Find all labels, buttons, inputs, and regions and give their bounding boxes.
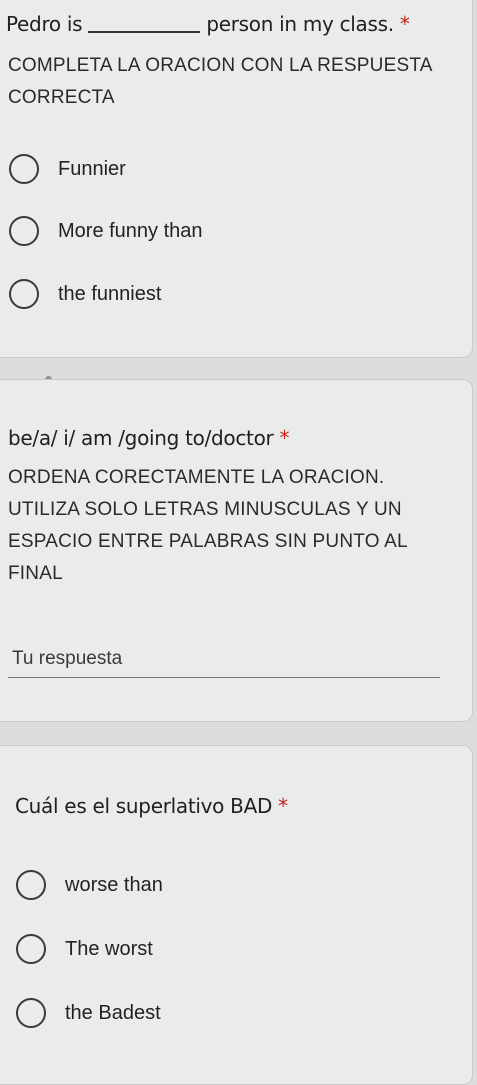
- option-label: the Badest: [65, 1001, 161, 1024]
- option-label: Funnier: [58, 157, 126, 180]
- required-asterisk: *: [278, 794, 288, 818]
- option-the-funniest[interactable]: the funniest: [9, 279, 161, 309]
- radio-button[interactable]: [16, 870, 46, 900]
- question-3-title-text: Cuál es el superlativo BAD: [15, 794, 273, 818]
- question-1-description: COMPLETA LA ORACION CON LA RESPUESTA COR…: [8, 55, 432, 108]
- question-2-title: be/a/ i/ am /going to/doctor *: [8, 426, 290, 450]
- radio-button[interactable]: [9, 216, 39, 246]
- required-asterisk: *: [399, 12, 410, 36]
- answer-input[interactable]: [8, 640, 440, 678]
- question-1-title-before: Pedro is: [6, 12, 83, 36]
- question-2-description: ORDENA CORECTAMENTE LA ORACION. UTILIZA …: [8, 467, 408, 584]
- radio-button[interactable]: [9, 279, 39, 309]
- option-more-funny-than[interactable]: More funny than: [9, 216, 203, 246]
- option-label: the funniest: [58, 282, 162, 305]
- question-1-title-after: person in my class.: [206, 12, 394, 36]
- question-1-title: Pedro is person in my class. *: [6, 12, 410, 36]
- question-2-title-text: be/a/ i/ am /going to/doctor: [8, 426, 274, 450]
- required-asterisk: *: [279, 426, 290, 450]
- option-worse-than[interactable]: worse than: [16, 870, 163, 900]
- option-label: worse than: [65, 873, 163, 896]
- option-the-badest[interactable]: the Badest: [16, 998, 161, 1028]
- radio-button[interactable]: [9, 154, 39, 184]
- option-funnier[interactable]: Funnier: [9, 154, 126, 184]
- radio-button[interactable]: [16, 998, 46, 1028]
- question-3-title: Cuál es el superlativo BAD *: [15, 794, 288, 818]
- fill-blank: [88, 31, 201, 33]
- option-label: More funny than: [58, 219, 203, 242]
- radio-button[interactable]: [16, 934, 46, 964]
- option-label: The worst: [65, 937, 153, 960]
- option-the-worst[interactable]: The worst: [16, 934, 153, 964]
